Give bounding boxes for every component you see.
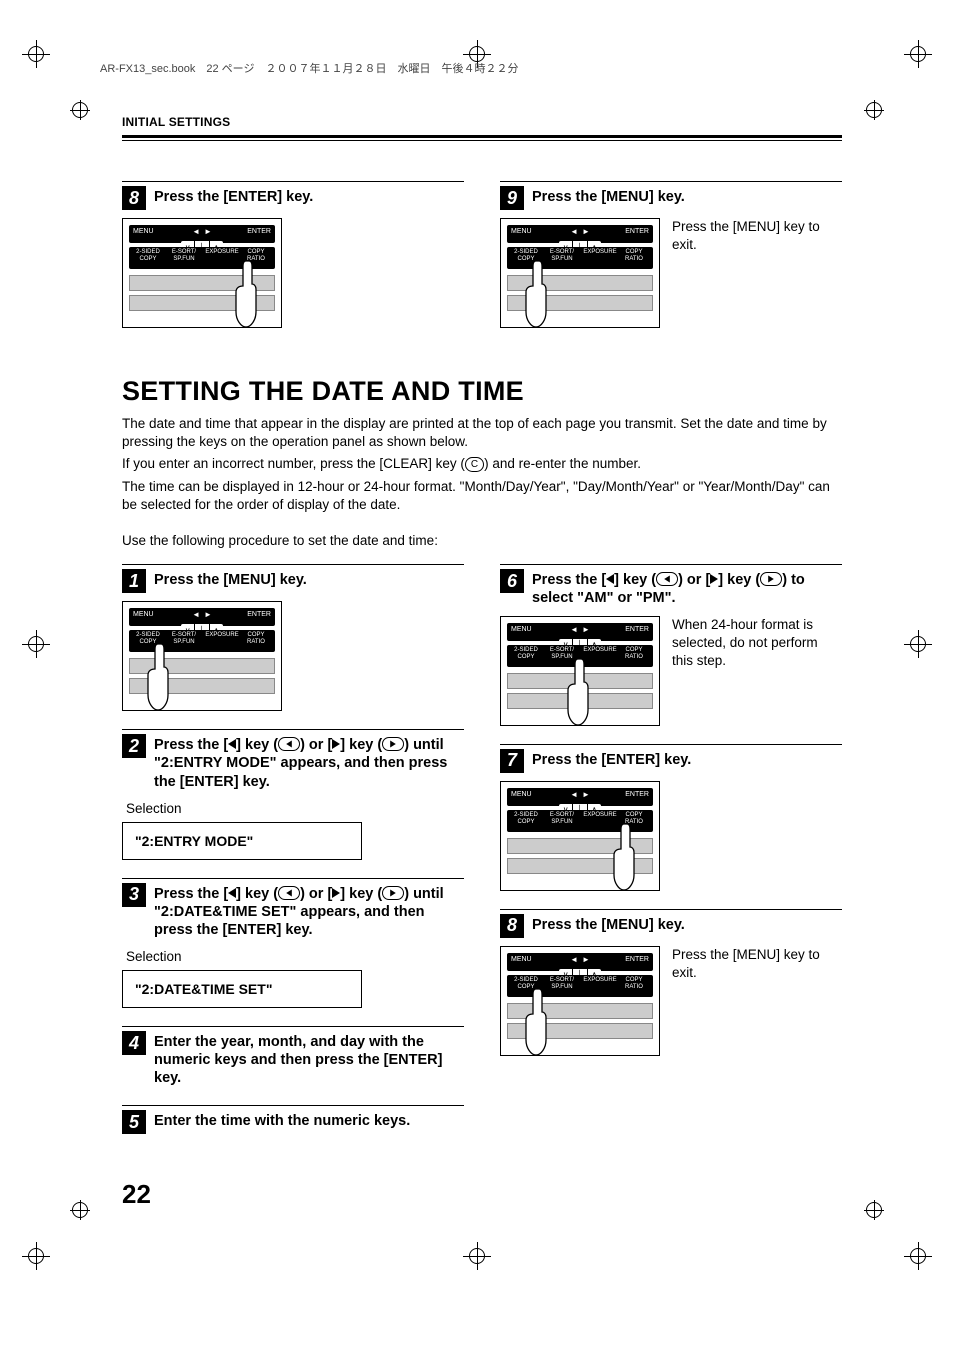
step-title: Press the [] key () or [] key () until "… [154,736,464,790]
keypad-illustration: MENU ◄► ENTER ∨│∧ 2-SIDED COPY E-SORT/ S… [500,616,660,726]
panel-menu-label: MENU [133,228,154,235]
panel-key-label: EXPOSURE [583,977,617,995]
panel-key-label: COPY RATIO [239,632,273,650]
crop-mark-icon [70,100,90,120]
left-arrow-icon [228,888,236,898]
finger-icon [563,657,593,727]
step-note: Press the [MENU] key to exit. [672,218,842,328]
selection-label: Selection [126,949,464,964]
panel-enter-label: ENTER [247,228,271,235]
step-number: 4 [122,1031,146,1055]
panel-menu-label: MENU [511,791,532,798]
crop-mark-icon [22,630,50,658]
panel-menu-label: MENU [133,611,154,618]
panel-menu-label: MENU [511,626,532,633]
oval-left-icon [278,737,300,751]
panel-key-label: EXPOSURE [205,632,239,650]
keypad-illustration: MENU ◄► ENTER ∨│∧ 2-SIDED COPY E-SORT/ S… [500,218,660,328]
finger-icon [143,642,173,712]
finger-icon [609,822,639,892]
step-title: Press the [ENTER] key. [154,188,313,206]
source-file-header: AR-FX13_sec.book 22 ページ ２００７年１１月２８日 水曜日 … [100,60,518,76]
oval-left-icon [278,886,300,900]
panel-key-label: COPY RATIO [617,647,651,665]
step-number: 3 [122,883,146,907]
step-number: 8 [122,186,146,210]
panel-enter-label: ENTER [625,791,649,798]
clear-key-icon: C [465,457,484,472]
finger-icon [521,259,551,329]
step-title: Press the [] key () or [] key () until "… [154,885,464,939]
section-text: The time can be displayed in 12-hour or … [122,478,842,514]
section-text: If you enter an incorrect number, press … [122,455,842,473]
step-title: Enter the time with the numeric keys. [154,1112,410,1130]
step-number: 6 [500,569,524,593]
panel-key-label: COPY RATIO [617,977,651,995]
panel-key-label: E-SORT/ SP.FUN [167,249,201,267]
step-number: 2 [122,734,146,758]
crop-mark-icon [22,1242,50,1270]
left-arrow-icon [606,574,614,584]
panel-key-label: 2-SIDED COPY [509,812,543,830]
oval-right-icon [760,572,782,586]
panel-menu-label: MENU [511,228,532,235]
step-title: Enter the year, month, and day with the … [154,1033,464,1087]
step-title: Press the [ENTER] key. [532,751,691,769]
finger-icon [231,259,261,329]
finger-icon [521,987,551,1057]
step-title: Press the [] key () or [] key () to sele… [532,571,842,607]
selection-label: Selection [126,801,464,816]
keypad-illustration: MENU ◄► ENTER ∨│∧ 2-SIDED COPY E-SORT/ S… [500,781,660,891]
oval-left-icon [656,572,678,586]
rule [122,135,842,141]
oval-right-icon [382,886,404,900]
step-number: 9 [500,186,524,210]
panel-enter-label: ENTER [247,611,271,618]
section-heading: SETTING THE DATE AND TIME [122,376,842,407]
left-arrow-icon [228,739,236,749]
panel-key-label: EXPOSURE [583,249,617,267]
crop-mark-icon [864,1200,884,1220]
panel-enter-label: ENTER [625,956,649,963]
keypad-illustration: MENU ◄► ENTER ∨│∧ 2-SIDED COPY E-SORT/ S… [122,601,282,711]
running-head: INITIAL SETTINGS [122,115,842,129]
section-text: The date and time that appear in the dis… [122,415,842,451]
keypad-illustration: MENU ◄► ENTER ∨│∧ 2-SIDED COPY E-SORT/ S… [122,218,282,328]
step-number: 1 [122,569,146,593]
crop-mark-icon [70,1200,90,1220]
step-number: 8 [500,914,524,938]
step-note: Press the [MENU] key to exit. [672,946,842,1056]
panel-key-label: E-SORT/ SP.FUN [545,812,579,830]
panel-key-label: 2-SIDED COPY [509,647,543,665]
crop-mark-icon [904,40,932,68]
step-note: When 24-hour format is selected, do not … [672,616,842,726]
crop-mark-icon [864,100,884,120]
panel-enter-label: ENTER [625,228,649,235]
keypad-illustration: MENU ◄► ENTER ∨│∧ 2-SIDED COPY E-SORT/ S… [500,946,660,1056]
section-text: Use the following procedure to set the d… [122,532,842,550]
step-number: 7 [500,749,524,773]
lcd-display: "2:ENTRY MODE" [122,822,362,860]
oval-right-icon [382,737,404,751]
panel-key-label: COPY RATIO [617,249,651,267]
panel-enter-label: ENTER [625,626,649,633]
step-title: Press the [MENU] key. [532,916,685,934]
page-number: 22 [122,1179,151,1210]
step-title: Press the [MENU] key. [532,188,685,206]
step-number: 5 [122,1110,146,1134]
crop-mark-icon [463,1242,491,1270]
crop-mark-icon [904,1242,932,1270]
step-title: Press the [MENU] key. [154,571,307,589]
crop-mark-icon [904,630,932,658]
crop-mark-icon [22,40,50,68]
panel-key-label: 2-SIDED COPY [131,249,165,267]
panel-menu-label: MENU [511,956,532,963]
lcd-display: "2:DATE&TIME SET" [122,970,362,1008]
